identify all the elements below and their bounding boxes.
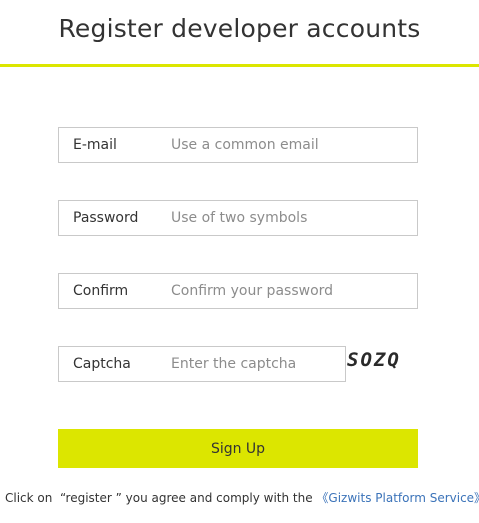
header: Register developer accounts bbox=[0, 0, 479, 67]
confirm-input[interactable] bbox=[171, 274, 411, 308]
agreement-prefix: Click on “register ” you agree and compl… bbox=[5, 491, 317, 505]
confirm-field[interactable]: Confirm bbox=[58, 273, 418, 309]
platform-service-link[interactable]: 《Gizwits Platform Service》 bbox=[316, 491, 479, 505]
captcha-label: Captcha bbox=[73, 356, 131, 372]
page-title: Register developer accounts bbox=[58, 14, 421, 43]
captcha-image[interactable]: SOZQ bbox=[347, 346, 419, 374]
password-field[interactable]: Password bbox=[58, 200, 418, 236]
email-field[interactable]: E-mail bbox=[58, 127, 418, 163]
email-label: E-mail bbox=[73, 137, 117, 153]
email-input[interactable] bbox=[171, 128, 411, 162]
register-page: Register developer accounts E-mail Passw… bbox=[0, 0, 479, 523]
agreement-text: Click on “register ” you agree and compl… bbox=[5, 489, 479, 506]
sign-up-button[interactable]: Sign Up bbox=[58, 429, 418, 468]
password-label: Password bbox=[73, 210, 139, 226]
password-input[interactable] bbox=[171, 201, 411, 235]
confirm-label: Confirm bbox=[73, 283, 129, 299]
captcha-field[interactable]: Captcha bbox=[58, 346, 346, 382]
captcha-input[interactable] bbox=[171, 347, 339, 381]
